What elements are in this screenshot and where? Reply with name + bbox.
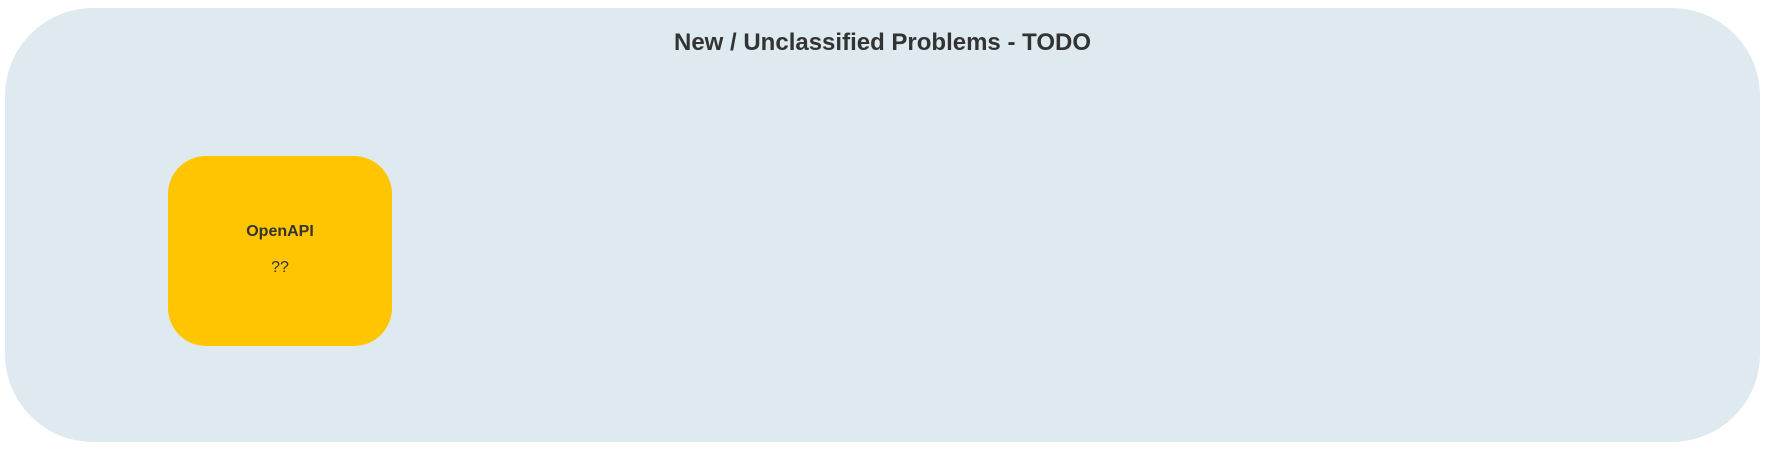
node-body: ??: [271, 259, 289, 276]
group-title: New / Unclassified Problems - TODO: [674, 29, 1091, 56]
node-card-openapi[interactable]: OpenAPI ??: [168, 156, 392, 346]
group-container-unclassified: New / Unclassified Problems - TODO OpenA…: [5, 8, 1760, 442]
node-title: OpenAPI: [246, 223, 314, 240]
